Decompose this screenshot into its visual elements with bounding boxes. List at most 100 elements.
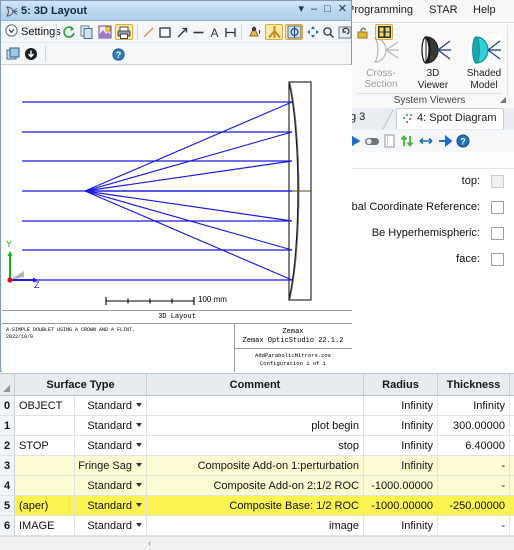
rotate-icon[interactable]: [245, 24, 263, 40]
menu-item-help[interactable]: Help: [473, 4, 496, 16]
expand-horizontal-icon[interactable]: [418, 134, 434, 148]
table-row[interactable]: 6 IMAGE Standard image Infinity -: [0, 516, 514, 536]
cell-surface-type[interactable]: Standard: [75, 416, 147, 435]
menu-item-programming[interactable]: Programming: [347, 4, 413, 16]
cell-surface-name[interactable]: [15, 456, 75, 475]
cell-surface-name[interactable]: IMAGE: [15, 516, 75, 535]
ribbon-button-3d-viewer[interactable]: 3D Viewer: [407, 27, 459, 91]
table-corner-cell[interactable]: [0, 374, 15, 395]
table-row[interactable]: 2 STOP Standard stop Infinity 6.40000: [0, 436, 514, 456]
arrow-right-icon[interactable]: [351, 134, 361, 148]
swap-vertical-icon[interactable]: [400, 134, 414, 148]
cell-thickness[interactable]: -: [438, 456, 510, 475]
cell-comment[interactable]: image: [147, 516, 364, 535]
measure-icon[interactable]: [223, 24, 237, 40]
target-icon[interactable]: [285, 24, 303, 40]
column-header-radius[interactable]: Radius: [364, 374, 438, 395]
window-dropdown-button[interactable]: ▾: [298, 4, 304, 15]
column-header-thickness[interactable]: Thickness: [438, 374, 510, 395]
cell-radius[interactable]: -1000.00000: [364, 476, 438, 495]
toggle-icon[interactable]: [364, 134, 380, 148]
line-icon[interactable]: [141, 24, 155, 40]
column-header-comment[interactable]: Comment: [147, 374, 364, 395]
table-horizontal-scrollbar[interactable]: ‹: [0, 536, 514, 550]
cell-comment[interactable]: Composite Add-on 1:perturbation: [147, 456, 364, 475]
save-image-icon[interactable]: [97, 24, 113, 40]
cell-radius[interactable]: Infinity: [364, 456, 438, 475]
cell-surface-name[interactable]: (aper): [15, 496, 75, 515]
axis-icon[interactable]: [265, 24, 283, 40]
arrow-forward-icon[interactable]: [438, 134, 453, 148]
window-maximize-button[interactable]: □: [324, 4, 331, 15]
chevron-down-icon[interactable]: [136, 483, 142, 487]
settings-checkbox-hyperhemispheric[interactable]: [491, 226, 504, 240]
refresh-icon[interactable]: [61, 24, 77, 40]
cell-surface-type[interactable]: Standard: [75, 476, 147, 495]
cell-comment[interactable]: plot begin: [147, 416, 364, 435]
cell-surface-name[interactable]: STOP: [15, 436, 75, 455]
table-row[interactable]: 1 Standard plot begin Infinity 300.00000: [0, 416, 514, 436]
chevron-down-icon[interactable]: [136, 503, 142, 507]
dash-icon[interactable]: [191, 24, 205, 40]
tab-previous-partial[interactable]: g 3: [350, 111, 365, 123]
page-icon[interactable]: [384, 134, 395, 148]
3d-layout-plot[interactable]: Y Z 100 mm 3D Layout A SIMPLE DOUBLET US…: [2, 65, 352, 372]
rectangle-icon[interactable]: [157, 24, 173, 40]
ribbon-dialog-launcher-icon[interactable]: ◢: [500, 95, 506, 104]
cell-radius[interactable]: -1000.00000: [364, 496, 438, 515]
zoom-icon[interactable]: [321, 24, 335, 40]
help-icon[interactable]: ?: [456, 134, 470, 148]
chevron-down-icon[interactable]: [136, 423, 142, 427]
settings-checkbox-global-coordinate-reference[interactable]: [491, 200, 504, 214]
cell-thickness[interactable]: Infinity: [438, 396, 510, 415]
print-icon[interactable]: [115, 24, 133, 40]
detach-icon[interactable]: [23, 46, 39, 62]
ribbon-button-shaded-model[interactable]: Shaded Model: [458, 27, 510, 91]
cell-surface-type[interactable]: Standard: [75, 496, 147, 515]
settings-checkbox-surface[interactable]: [491, 252, 504, 266]
tab-spot-diagram[interactable]: 4: Spot Diagram: [396, 108, 505, 129]
cell-surface-name[interactable]: [15, 476, 75, 495]
column-header-surface-type[interactable]: Surface Type: [15, 374, 147, 395]
menu-item-star[interactable]: STAR: [429, 4, 458, 16]
pan-icon[interactable]: [305, 24, 321, 40]
export-icon[interactable]: [5, 46, 21, 62]
cell-thickness[interactable]: 300.00000: [438, 416, 510, 435]
cell-comment[interactable]: Composite Base: 1/2 ROC: [147, 496, 364, 515]
scroll-left-icon[interactable]: ‹: [148, 538, 151, 548]
cell-surface-type[interactable]: Standard: [75, 516, 147, 535]
table-row[interactable]: 4 Standard Composite Add-on 2:1/2 ROC -1…: [0, 476, 514, 496]
table-row[interactable]: 0 OBJECT Standard Infinity Infinity: [0, 396, 514, 416]
cell-radius[interactable]: Infinity: [364, 516, 438, 535]
settings-checkbox-stop[interactable]: [491, 174, 504, 188]
chevron-down-icon[interactable]: [136, 523, 142, 527]
cell-surface-name[interactable]: [15, 416, 75, 435]
cell-surface-type[interactable]: Standard: [75, 396, 147, 415]
copy-icon[interactable]: [79, 24, 95, 40]
window-close-button[interactable]: ✕: [338, 4, 347, 15]
chevron-down-icon[interactable]: [136, 463, 142, 467]
cell-radius[interactable]: Infinity: [364, 396, 438, 415]
window-minimize-button[interactable]: –: [311, 4, 317, 15]
cell-comment[interactable]: Composite Add-on 2:1/2 ROC: [147, 476, 364, 495]
cell-thickness[interactable]: -: [438, 516, 510, 535]
cell-comment[interactable]: stop: [147, 436, 364, 455]
cell-thickness[interactable]: -: [438, 476, 510, 495]
fit-window-icon[interactable]: [375, 24, 393, 40]
settings-button[interactable]: Settings: [5, 24, 61, 40]
cell-surface-type[interactable]: Standard: [75, 436, 147, 455]
undo-zoom-icon[interactable]: [337, 24, 353, 40]
chevron-down-icon[interactable]: [136, 443, 142, 447]
text-icon[interactable]: A: [207, 24, 221, 40]
arrow-icon[interactable]: [175, 24, 189, 40]
cell-radius[interactable]: Infinity: [364, 436, 438, 455]
chevron-down-icon[interactable]: [136, 403, 142, 407]
cell-thickness[interactable]: -250.00000: [438, 496, 510, 515]
table-row[interactable]: 5 (aper) Standard Composite Base: 1/2 RO…: [0, 496, 514, 516]
help-icon[interactable]: ?: [111, 46, 125, 62]
cell-surface-name[interactable]: OBJECT: [15, 396, 75, 415]
lock-icon[interactable]: [355, 24, 371, 40]
cell-surface-type[interactable]: Zernike Fringe Sag: [75, 456, 147, 475]
cell-thickness[interactable]: 6.40000: [438, 436, 510, 455]
cell-comment[interactable]: [147, 396, 364, 415]
